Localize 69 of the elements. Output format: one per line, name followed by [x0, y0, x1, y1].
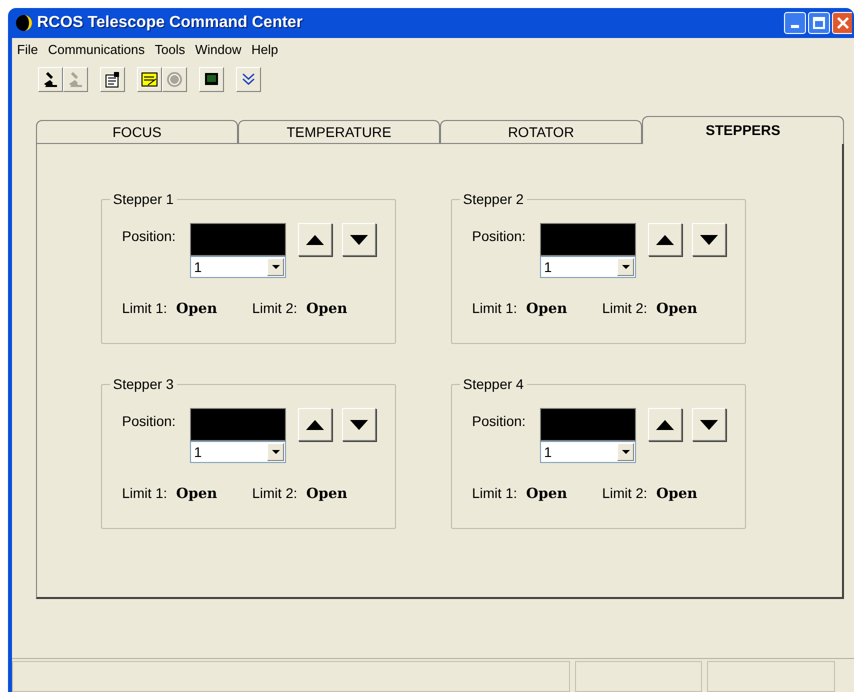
field-label: Position: — [472, 412, 527, 431]
moon-icon — [15, 14, 33, 32]
limit-label: Limit 1: — [472, 484, 518, 503]
limit-label: Limit 1: — [122, 299, 168, 318]
limit-value: Open — [176, 485, 218, 504]
step-down-button[interactable] — [692, 223, 726, 256]
toolbar-button[interactable] — [199, 66, 224, 92]
limit-label: Limit 2: — [602, 299, 648, 318]
maximize-icon — [813, 17, 825, 29]
menu-item[interactable]: Tools — [152, 40, 188, 60]
close-button[interactable] — [832, 12, 852, 34]
up-arrow-icon — [656, 234, 674, 244]
step-up-button[interactable] — [298, 223, 332, 256]
limit-value: Open — [306, 300, 348, 319]
up-arrow-icon — [306, 420, 324, 430]
down-arrow-icon — [350, 234, 368, 244]
menu-item[interactable]: Window — [192, 40, 244, 60]
step-dropdown[interactable]: 1 — [190, 256, 286, 278]
field-label: Position: — [472, 227, 527, 246]
down-arrow-icon — [350, 420, 368, 430]
window-title: RCOS Telescope Command Center — [37, 13, 303, 33]
up-arrow-icon — [306, 234, 324, 244]
properties-icon — [103, 70, 122, 88]
limit-value: Open — [656, 300, 698, 319]
limit-label: Limit 2: — [252, 299, 298, 318]
menu-item[interactable]: File — [14, 40, 41, 60]
limit-label: Limit 1: — [472, 299, 518, 318]
limit-label: Limit 2: — [602, 484, 648, 503]
step-up-button[interactable] — [298, 408, 332, 441]
limit-value: Open — [306, 485, 348, 504]
step-down-button[interactable] — [692, 408, 726, 441]
stop-icon — [165, 70, 184, 88]
toolbar-button[interactable] — [38, 66, 63, 92]
tab[interactable]: ROTATOR — [440, 120, 642, 144]
toolbar-button[interactable] — [137, 66, 162, 92]
toolbar-button[interactable] — [100, 66, 125, 92]
tab[interactable]: STEPPERS — [642, 116, 844, 144]
limit-value: Open — [176, 300, 218, 319]
step-up-button[interactable] — [648, 408, 682, 441]
menu-item[interactable]: Communications — [44, 40, 148, 60]
field-label: Position: — [122, 412, 177, 431]
step-down-button[interactable] — [342, 223, 376, 256]
tab[interactable]: FOCUS — [36, 120, 238, 144]
step-down-button[interactable] — [342, 408, 376, 441]
down-arrow-icon — [700, 420, 718, 430]
maximize-button[interactable] — [808, 12, 830, 34]
limit-label: Limit 2: — [252, 484, 298, 503]
up-arrow-icon — [656, 420, 674, 430]
dropdown-arrow-icon — [272, 450, 280, 454]
down-arrow-icon — [700, 234, 718, 244]
dropdown-arrow-icon — [622, 450, 630, 454]
tab[interactable]: TEMPERATURE — [238, 120, 440, 144]
limit-value: Open — [656, 485, 698, 504]
limit-value: Open — [526, 300, 568, 319]
menu-item[interactable]: Help — [248, 40, 282, 60]
step-dropdown[interactable]: 1 — [540, 441, 636, 463]
limit-label: Limit 1: — [122, 484, 168, 503]
note-icon — [140, 70, 159, 88]
step-up-button[interactable] — [648, 223, 682, 256]
toolbar-button[interactable] — [236, 66, 261, 92]
minimize-button[interactable] — [784, 12, 806, 34]
step-dropdown[interactable]: 1 — [190, 441, 286, 463]
field-label: Position: — [122, 227, 177, 246]
dropdown-arrow-icon — [272, 265, 280, 269]
minimize-icon — [791, 25, 799, 28]
step-dropdown[interactable]: 1 — [540, 256, 636, 278]
dropdown-arrow-icon — [622, 265, 630, 269]
close-icon — [836, 17, 848, 29]
limit-value: Open — [526, 485, 568, 504]
